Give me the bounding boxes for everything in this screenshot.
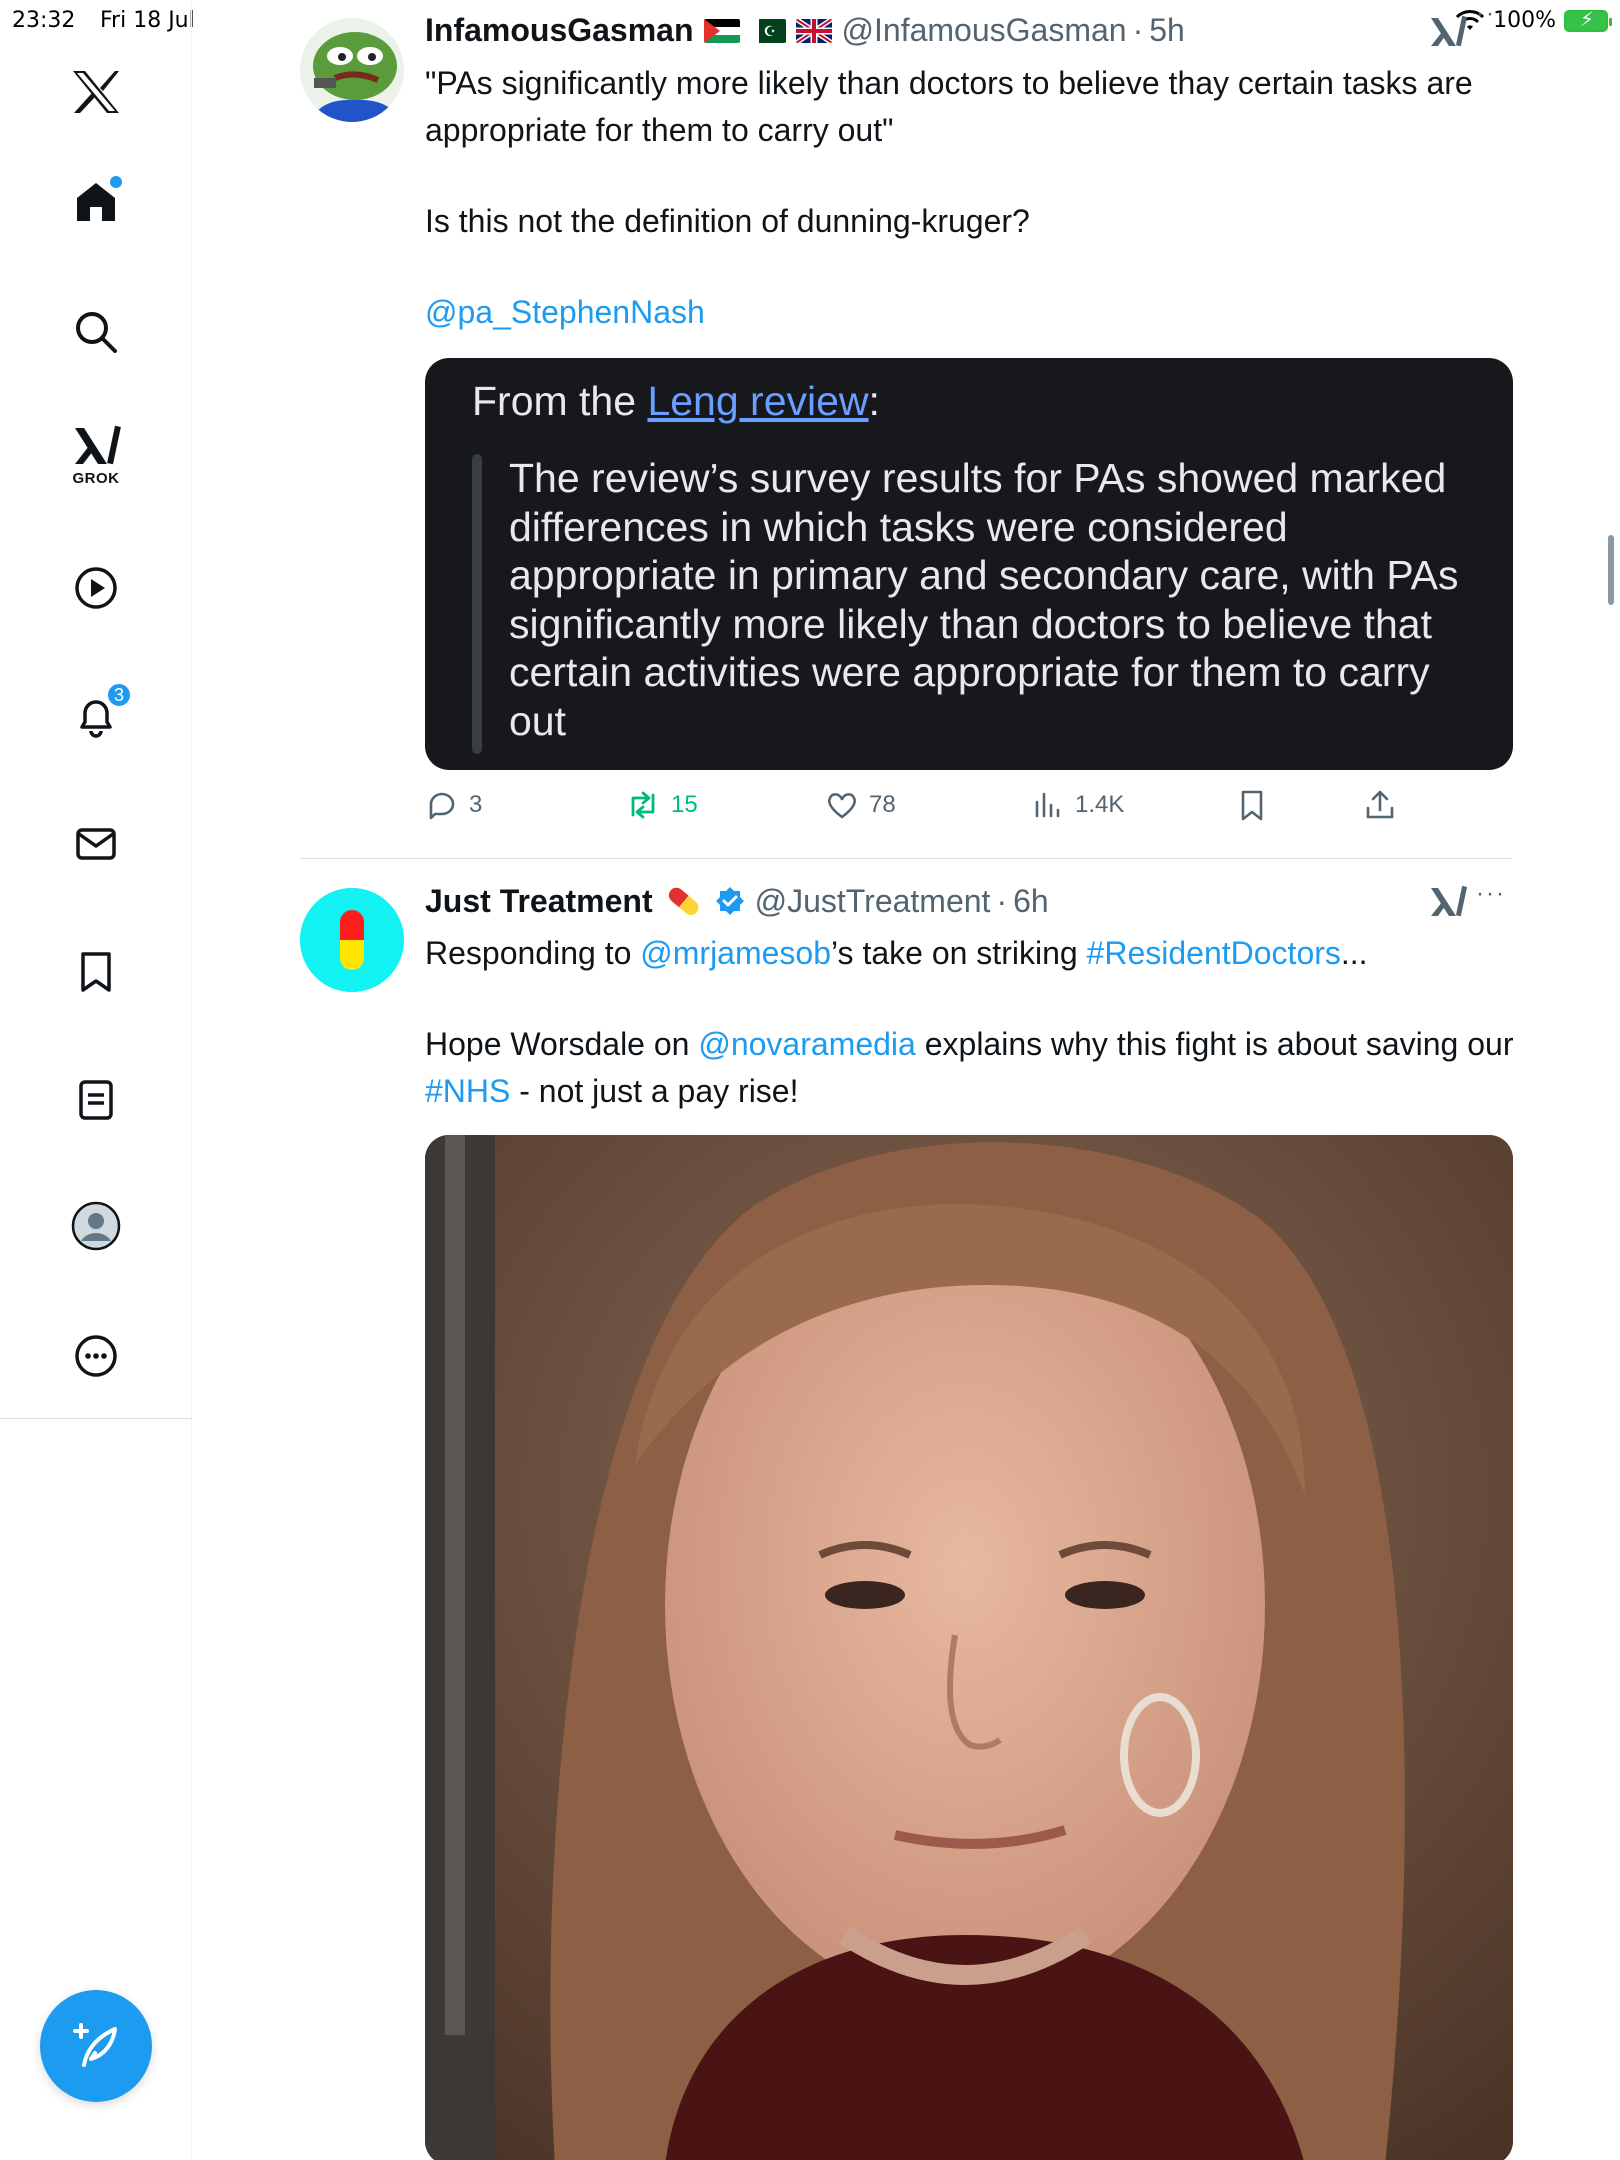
avatar[interactable] [300, 888, 404, 992]
sidebar-item-home[interactable] [56, 162, 136, 242]
scrollbar-thumb[interactable] [1608, 535, 1614, 605]
repost-count: 15 [671, 791, 698, 818]
notifications-badge: 3 [106, 682, 132, 708]
pakistan-flag-icon: ☪ [749, 18, 786, 43]
list-icon [79, 1080, 113, 1120]
views-button[interactable]: 1.4K [1031, 788, 1124, 822]
tweet-text-line: Hope Worsdale on @novaramedia explains w… [425, 1021, 1515, 1115]
pill-logo-image [300, 888, 404, 992]
avatar[interactable] [300, 18, 404, 122]
sidebar-item-profile[interactable] [56, 1186, 136, 1266]
sidebar-item-messages[interactable] [56, 804, 136, 884]
grok-label: GROK [72, 469, 120, 487]
sidebar-item-more[interactable] [56, 1316, 136, 1396]
uk-flag-icon [795, 18, 832, 43]
separator-dot: · [996, 882, 1008, 919]
palestine-flag-icon [703, 18, 740, 43]
reply-count: 3 [469, 791, 483, 818]
quote-intro-prefix: From the [472, 378, 648, 424]
text-fragment: ’s take on striking [831, 935, 1087, 971]
mail-icon [76, 828, 116, 860]
quote-intro-suffix: : [868, 378, 880, 424]
text-fragment: Hope Worsdale on [425, 1026, 699, 1062]
compose-icon [73, 2023, 117, 2067]
handle[interactable]: @JustTreatment [755, 883, 991, 920]
hashtag-link[interactable]: #ResidentDoctors [1087, 935, 1341, 971]
mention-link[interactable]: @novaramedia [698, 1026, 915, 1062]
share-icon [1366, 790, 1394, 819]
home-unread-dot [110, 176, 122, 188]
x-logo-icon[interactable] [56, 52, 136, 132]
quote-image[interactable]: From the Leng review: The review’s surve… [425, 358, 1513, 770]
sidebar-divider [0, 1418, 192, 1419]
quote-intro: From the Leng review: [472, 378, 880, 425]
tweet-divider [300, 858, 1512, 859]
sidebar-item-notifications[interactable]: 3 [56, 676, 136, 756]
display-name[interactable]: InfamousGasman [425, 12, 694, 49]
more-options-icon[interactable]: ··· [1476, 0, 1506, 28]
repost-button[interactable]: 15 [625, 788, 698, 822]
sidebar-item-videos[interactable] [56, 548, 136, 628]
tweet-actions: 3 15 78 1.4K [425, 788, 1425, 832]
more-circle-icon [75, 1335, 117, 1377]
share-button[interactable] [1363, 788, 1397, 822]
tweet-text: Responding to @mrjamesob’s take on strik… [425, 930, 1515, 1161]
handle[interactable]: @InfamousGasman [842, 12, 1127, 49]
avatar-icon [71, 1201, 121, 1251]
like-button[interactable]: 78 [825, 788, 896, 822]
reply-button[interactable]: 3 [425, 788, 482, 822]
bookmark-icon [81, 952, 111, 992]
sidebar-item-explore[interactable] [56, 292, 136, 372]
view-count: 1.4K [1075, 791, 1125, 818]
text-fragment: Responding to [425, 935, 641, 971]
mention-link[interactable]: @mrjamesob [640, 935, 831, 971]
verified-badge-icon [715, 887, 744, 915]
display-name[interactable]: Just Treatment [425, 883, 653, 920]
grok-icon [75, 425, 121, 464]
quote-body: The review’s survey results for PAs show… [509, 455, 1459, 744]
tweet-text: "PAs significantly more likely than doct… [425, 60, 1515, 382]
views-icon [1035, 792, 1060, 818]
tweet-text-line: Responding to @mrjamesob’s take on strik… [425, 930, 1515, 977]
timestamp[interactable]: 6h [1013, 883, 1049, 920]
like-count: 78 [869, 791, 896, 818]
text-fragment: ... [1340, 935, 1368, 971]
repost-icon [631, 791, 655, 819]
battery-icon: ⚡ [1564, 9, 1612, 32]
sidebar-nav: GROK 3 [0, 0, 192, 2160]
mention-link[interactable]: @pa_StephenNash [425, 294, 705, 330]
sidebar-item-grok[interactable]: GROK [56, 415, 136, 495]
blockquote-bar [472, 454, 482, 754]
bookmark-icon [1241, 790, 1263, 821]
text-fragment: explains why this fight is about saving … [915, 1026, 1514, 1062]
heart-icon [828, 793, 856, 819]
search-icon [76, 312, 117, 353]
reply-icon [429, 792, 455, 820]
sidebar-item-lists[interactable] [56, 1060, 136, 1140]
hashtag-link[interactable]: #NHS [425, 1073, 510, 1109]
pepe-avatar-image [300, 18, 404, 122]
separator-dot: · [1132, 12, 1144, 48]
grok-icon[interactable] [1428, 884, 1468, 920]
video-player[interactable] [425, 1135, 1513, 2160]
pill-emoji-icon [668, 887, 699, 915]
bookmark-button[interactable] [1235, 788, 1269, 822]
sidebar-item-bookmarks[interactable] [56, 932, 136, 1012]
tweet-text-line: "PAs significantly more likely than doct… [425, 65, 1473, 148]
compose-button[interactable] [40, 1990, 152, 2102]
grok-icon[interactable] [1428, 14, 1468, 50]
leng-review-link: Leng review [647, 378, 869, 424]
text-fragment: - not just a pay rise! [510, 1073, 799, 1109]
timestamp[interactable]: 5h [1149, 12, 1185, 49]
tweet-header: Just Treatment @JustTreatment · 6h [425, 882, 1049, 920]
video-frame-image [425, 1135, 1513, 2160]
tweet-header: InfamousGasman ☪ @InfamousGasman · 5h [425, 12, 1185, 49]
play-icon [75, 567, 117, 609]
more-options-icon[interactable]: ··· [1476, 880, 1506, 908]
tweet-text-line: Is this not the definition of dunning-kr… [425, 203, 1030, 239]
